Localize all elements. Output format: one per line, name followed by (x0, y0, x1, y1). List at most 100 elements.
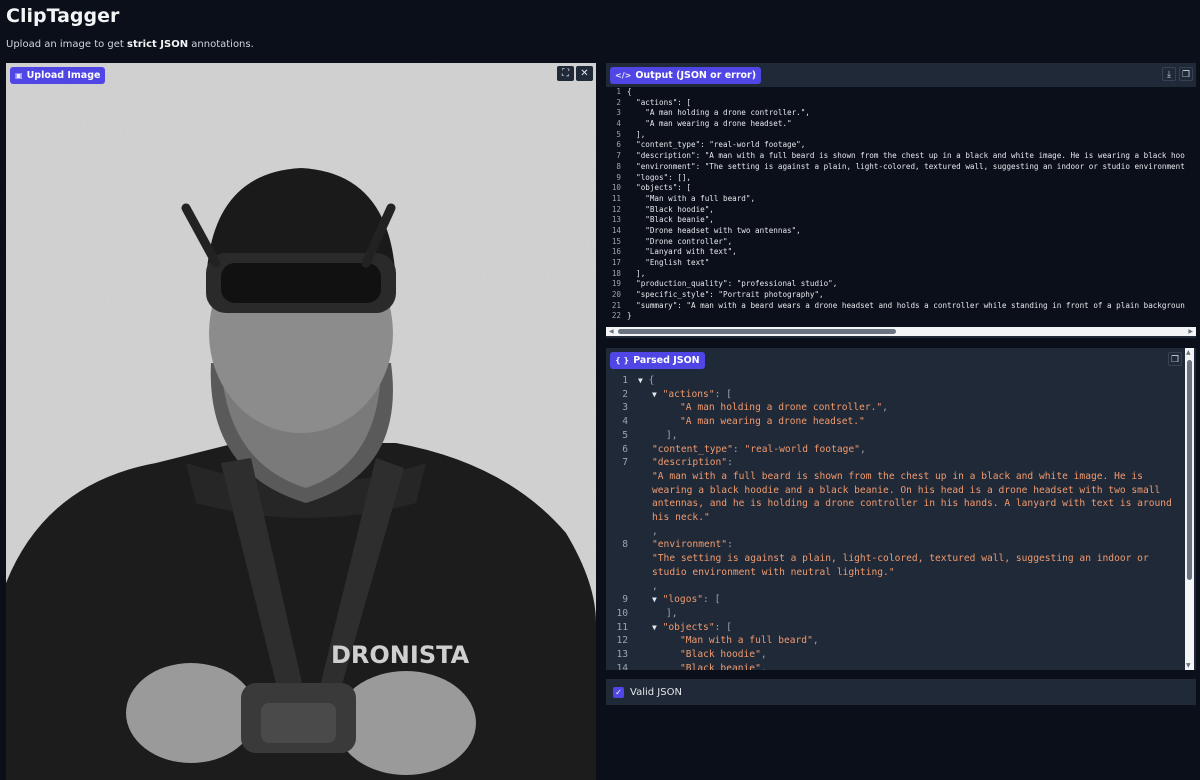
json-tree-row: 12 "Man with a full beard", (606, 634, 1184, 648)
download-icon[interactable]: ⤓ (1162, 67, 1176, 81)
subtitle: Upload an image to get strict JSON annot… (6, 39, 254, 50)
code-line: 2 "actions": [ (606, 98, 1196, 109)
line-number: 21 (611, 300, 621, 310)
code-text: "Drone controller", (627, 236, 733, 246)
line-number: 17 (611, 258, 621, 267)
json-tree[interactable]: 1 ▼ {2 ▼ "actions": [3 "A man holding a dro… (606, 374, 1184, 670)
copy-icon[interactable]: ❐ (1168, 352, 1182, 366)
json-punct: , (652, 580, 658, 592)
copy-icon[interactable]: ❐ (1179, 67, 1193, 81)
line-number: 13 (616, 649, 628, 661)
line-number: 10 (616, 607, 628, 619)
json-punct: , (652, 525, 658, 537)
line-number: 11 (611, 193, 621, 203)
json-tree-row: 3 "A man holding a drone controller.", (606, 401, 1184, 415)
code-line: 13 "Black beanie", (606, 215, 1196, 226)
code-text: } (627, 311, 632, 321)
json-tree-row: , (606, 580, 1184, 594)
code-text: "Black beanie", (627, 215, 714, 225)
json-punct: , (812, 635, 819, 647)
image-upload-panel[interactable]: ▣ Upload Image ⛶ ✕ DRONISTA (6, 63, 596, 780)
code-text: "actions": [ (627, 97, 692, 107)
app-title: ClipTagger (6, 5, 120, 27)
json-punct: , (760, 662, 767, 670)
json-punct: : [ (703, 594, 721, 606)
braces-icon: { } (615, 356, 630, 365)
code-line: 21 "summary": "A man with a beard wears … (606, 301, 1196, 312)
hoodie-print-text: DRONISTA (331, 641, 470, 669)
parsed-json-label: { } Parsed JSON (610, 352, 705, 369)
code-text: "logos": [], (627, 172, 692, 182)
line-number: 12 (611, 204, 621, 214)
json-string-value: "A man with a full beard is shown from t… (652, 470, 1178, 524)
code-line: 1{ (606, 87, 1196, 98)
collapse-caret-icon[interactable]: ▼ (652, 623, 657, 632)
valid-json-checkbox[interactable]: ✓ (613, 686, 624, 698)
fullscreen-icon[interactable]: ⛶ (557, 66, 574, 81)
valid-json-row: ✓ Valid JSON (606, 679, 1196, 705)
code-line: 15 "Drone controller", (606, 237, 1196, 248)
line-number: 2 (616, 97, 621, 107)
json-key: "actions" (662, 388, 715, 400)
json-punct: : (727, 539, 733, 551)
code-line: 12 "Black hoodie", (606, 205, 1196, 216)
code-text: "Drone headset with two antennas", (627, 225, 801, 235)
line-number: 22 (611, 311, 621, 321)
json-punct: : (732, 443, 745, 455)
line-number: 3 (622, 402, 628, 414)
vertical-scrollbar[interactable]: ▲ ▼ (1185, 348, 1194, 670)
json-tree-row: 6 "content_type": "real-world footage", (606, 443, 1184, 457)
code-text: "Man with a full beard", (627, 193, 756, 203)
json-tree-row: 4 "A man wearing a drone headset." (606, 415, 1184, 429)
collapse-caret-icon[interactable]: ▼ (652, 595, 657, 604)
line-number: 2 (622, 388, 628, 400)
image-icon: ▣ (15, 71, 23, 80)
subtitle-text-end: annotations. (188, 39, 254, 50)
json-tree-row: 2 ▼ "actions": [ (606, 388, 1184, 402)
line-number: 15 (611, 236, 621, 246)
json-tree-row: 11 ▼ "objects": [ (606, 621, 1184, 635)
code-line: 10 "objects": [ (606, 183, 1196, 194)
line-number: 20 (611, 290, 621, 300)
json-string-value: "A man wearing a drone headset." (680, 416, 865, 428)
code-line: 14 "Drone headset with two antennas", (606, 226, 1196, 237)
code-text: "environment": "The setting is against a… (627, 161, 1185, 171)
output-label-text: Output (JSON or error) (635, 70, 757, 81)
code-line: 22} (606, 311, 1196, 322)
code-text: { (627, 87, 632, 96)
json-tree-row: 9 ▼ "logos": [ (606, 593, 1184, 607)
json-output-code[interactable]: 1{2 "actions": [3 "A man holding a drone… (606, 87, 1196, 327)
collapse-caret-icon[interactable]: ▼ (652, 390, 657, 399)
json-tree-row: 13 "Black hoodie", (606, 648, 1184, 662)
code-line: 3 "A man holding a drone controller.", (606, 108, 1196, 119)
upload-image-label: ▣ Upload Image (10, 67, 106, 84)
line-number: 10 (611, 183, 621, 193)
code-text: ], (627, 268, 646, 278)
code-line: 20 "specific_style": "Portrait photograp… (606, 290, 1196, 301)
line-number: 19 (611, 279, 621, 289)
parsed-json-label-text: Parsed JSON (633, 355, 700, 366)
line-number: 9 (622, 594, 628, 606)
line-number: 18 (611, 268, 621, 278)
subtitle-bold: strict JSON (127, 39, 189, 50)
json-key: "content_type" (652, 443, 733, 455)
line-number: 16 (611, 247, 621, 257)
line-number (606, 580, 628, 594)
json-tree-row: "The setting is against a plain, light-c… (606, 552, 1184, 579)
json-tree-row: 8 "environment": (606, 538, 1184, 552)
line-number (606, 552, 628, 579)
code-line: 5 ], (606, 130, 1196, 141)
json-tree-row: , (606, 525, 1184, 539)
json-tree-row: 14 "Black beanie", (606, 662, 1184, 670)
json-string-value: "Black hoodie" (680, 649, 761, 661)
close-icon[interactable]: ✕ (576, 66, 593, 81)
line-number: 7 (622, 457, 628, 469)
code-line: 11 "Man with a full beard", (606, 194, 1196, 205)
line-number: 8 (616, 161, 621, 171)
line-number: 6 (622, 443, 628, 455)
json-punct: : [ (714, 621, 732, 633)
horizontal-scrollbar[interactable]: ◀ ▶ (606, 327, 1196, 336)
collapse-caret-icon[interactable]: ▼ (638, 376, 643, 385)
line-number: 14 (616, 662, 628, 670)
output-label: </> Output (JSON or error) (610, 67, 762, 84)
